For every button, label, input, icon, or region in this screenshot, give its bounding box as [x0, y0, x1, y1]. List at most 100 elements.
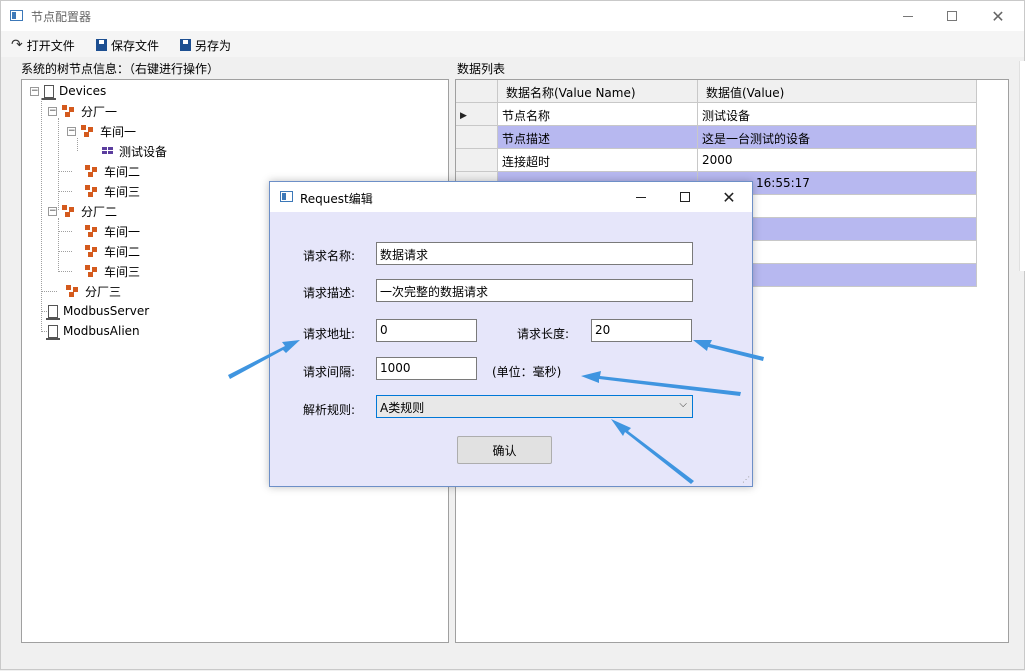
minimize-button[interactable]	[885, 1, 931, 31]
minimize-icon	[636, 196, 646, 198]
confirm-label: 确认	[492, 443, 517, 458]
tree-node-label: Devices	[59, 84, 107, 98]
app-icon	[280, 191, 293, 202]
confirm-button[interactable]: 确认	[457, 436, 552, 464]
table-row[interactable]: 节点描述 这是一台测试的设备	[456, 126, 977, 149]
close-icon: ✕	[991, 6, 1005, 26]
open-file-label: 打开文件	[26, 38, 75, 53]
close-button[interactable]: ✕	[975, 1, 1021, 31]
row-header[interactable]: ▶	[456, 103, 498, 126]
workshop-icon	[85, 265, 99, 277]
collapse-icon[interactable]: −	[30, 86, 39, 96]
tree-node-workshop-2-3[interactable]: 车间三	[85, 262, 140, 280]
tree-node-workshop-1-1[interactable]: − 车间一	[67, 122, 136, 140]
collapse-icon[interactable]: −	[67, 126, 76, 136]
workshop-icon	[85, 225, 99, 237]
save-file-label: 保存文件	[111, 38, 160, 53]
app-icon	[10, 10, 23, 21]
tree-node-label: 车间二	[104, 164, 141, 179]
dialog-titlebar: Request编辑 ✕	[270, 182, 752, 212]
maximize-icon	[680, 192, 690, 202]
workshop-icon	[66, 285, 80, 297]
tree-node-modbus-alien[interactable]: ModbusAlien	[46, 322, 140, 340]
tree-node-factory-3[interactable]: 分厂三	[66, 282, 121, 300]
save-file-button[interactable]: 保存文件	[96, 36, 159, 54]
parse-rule-label: 解析规则:	[303, 403, 356, 417]
request-interval-input[interactable]: 1000	[376, 357, 477, 380]
chevron-down-icon: ⌵	[679, 399, 687, 410]
row-header[interactable]	[456, 149, 498, 172]
interval-unit-label: (单位：毫秒)	[492, 365, 562, 379]
parse-rule-value: A类规则	[380, 401, 425, 415]
tree-node-modbus-server[interactable]: ModbusServer	[46, 302, 149, 320]
row-header[interactable]	[456, 126, 498, 149]
tree-node-label: 分厂三	[85, 284, 122, 299]
cell-value[interactable]: 这是一台测试的设备	[698, 126, 977, 149]
floppy-icon	[180, 39, 191, 51]
tree-node-devices[interactable]: − Devices	[30, 82, 106, 100]
request-name-label: 请求名称:	[303, 249, 356, 263]
close-icon: ✕	[722, 187, 736, 207]
tree-node-label: 分厂二	[81, 204, 118, 219]
tree-node-workshop-1-3[interactable]: 车间三	[85, 182, 140, 200]
tree-node-label: 车间三	[104, 264, 141, 279]
server-icon	[42, 84, 56, 100]
request-name-input[interactable]: 数据请求	[376, 242, 693, 265]
tree-node-label: 车间二	[104, 244, 141, 259]
tree-node-workshop-2-2[interactable]: 车间二	[85, 242, 140, 260]
redo-icon: ↷	[11, 37, 23, 53]
server-icon	[46, 304, 60, 320]
tree-node-label: 车间一	[100, 124, 137, 139]
maximize-button[interactable]	[929, 1, 975, 31]
row-header-corner	[456, 80, 498, 103]
dialog-maximize-button[interactable]	[662, 182, 708, 212]
save-as-label: 另存为	[195, 38, 232, 53]
request-desc-input[interactable]: 一次完整的数据请求	[376, 279, 693, 302]
tree-node-label: 车间三	[104, 184, 141, 199]
current-row-icon: ▶	[460, 111, 467, 121]
column-header-name[interactable]: 数据名称(Value Name)	[498, 80, 698, 103]
parse-rule-select[interactable]: A类规则 ⌵	[376, 395, 693, 418]
cell-value[interactable]: 2000	[698, 149, 977, 172]
cell-name[interactable]: 节点名称	[498, 103, 698, 126]
tree-node-label: 测试设备	[119, 144, 168, 159]
floppy-icon	[96, 39, 107, 51]
open-file-button[interactable]: ↷ 打开文件	[11, 36, 75, 54]
tree-node-factory-2[interactable]: − 分厂二	[48, 202, 117, 220]
titlebar: 节点配置器 ✕	[1, 1, 1024, 31]
request-desc-label: 请求描述:	[303, 286, 356, 300]
resize-grip-icon[interactable]: ⋰	[742, 475, 750, 484]
tree-node-label: ModbusAlien	[63, 324, 140, 338]
cell-name[interactable]: 节点描述	[498, 126, 698, 149]
tree-node-factory-1[interactable]: − 分厂一	[48, 102, 117, 120]
dialog-title: Request编辑	[300, 192, 373, 206]
request-length-label: 请求长度:	[517, 327, 570, 341]
table-row[interactable]: 连接超时 2000	[456, 149, 977, 172]
collapse-icon[interactable]: −	[48, 106, 57, 116]
scrollbar[interactable]	[1019, 61, 1025, 271]
minimize-icon	[903, 15, 913, 17]
tree-node-workshop-1-2[interactable]: 车间二	[85, 162, 140, 180]
workshop-icon	[62, 105, 76, 117]
request-edit-dialog: Request编辑 ✕ 请求名称: 数据请求 请求描述: 一次完整的数据请求 请…	[269, 181, 753, 487]
list-panel-label: 数据列表	[457, 62, 506, 76]
dialog-close-button[interactable]: ✕	[706, 182, 752, 212]
cell-name[interactable]: 连接超时	[498, 149, 698, 172]
workshop-icon	[81, 125, 95, 137]
save-as-button[interactable]: 另存为	[180, 36, 231, 54]
column-header-value[interactable]: 数据值(Value)	[698, 80, 977, 103]
window-title: 节点配置器	[31, 10, 92, 24]
server-icon	[46, 324, 60, 340]
cell-value[interactable]: 测试设备	[698, 103, 977, 126]
request-address-input[interactable]: 0	[376, 319, 477, 342]
maximize-icon	[947, 11, 957, 21]
tree-node-device-test[interactable]: 测试设备	[102, 142, 167, 160]
table-row[interactable]: ▶ 节点名称 测试设备	[456, 103, 977, 126]
collapse-icon[interactable]: −	[48, 206, 57, 216]
request-length-input[interactable]: 20	[591, 319, 692, 342]
main-window: 节点配置器 ✕ ↷ 打开文件 保存文件 另存为 系统的树节点信息：（右键进行操作…	[0, 0, 1025, 670]
request-interval-label: 请求间隔:	[303, 365, 356, 379]
tree-node-workshop-2-1[interactable]: 车间一	[85, 222, 140, 240]
toolbar: ↷ 打开文件 保存文件 另存为	[1, 31, 1024, 57]
dialog-minimize-button[interactable]	[618, 182, 664, 212]
